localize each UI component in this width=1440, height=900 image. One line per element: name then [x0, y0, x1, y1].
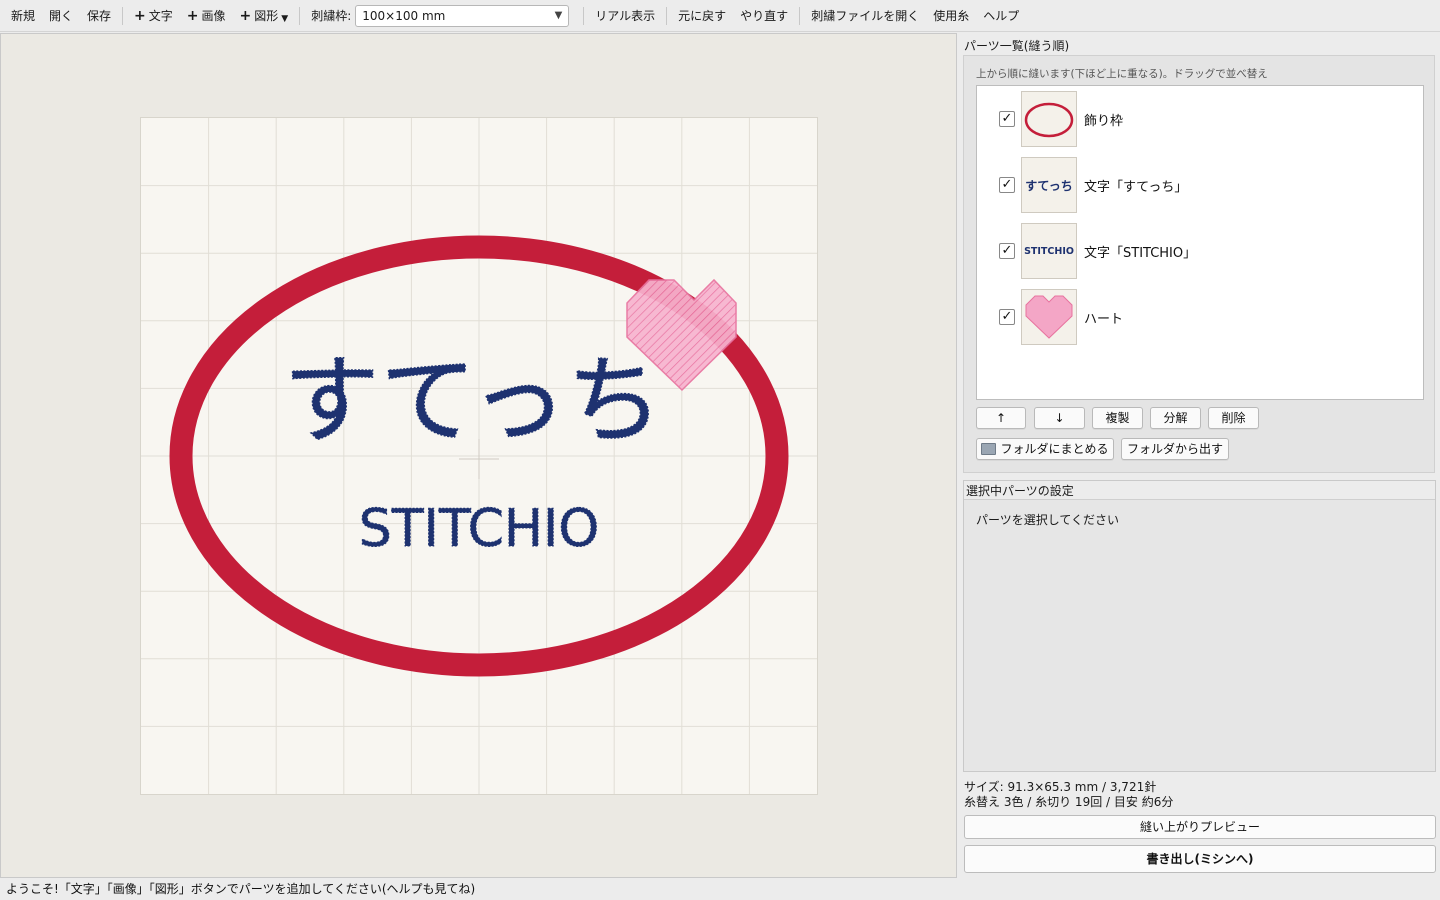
group-folder-label: フォルダにまとめる [1000, 442, 1109, 456]
text-thumbnail: STITCHIO [1021, 223, 1077, 279]
text-thumbnail: すてっち [1021, 157, 1077, 213]
split-button[interactable]: 分解 [1150, 407, 1201, 429]
thumb-text: すてっち [1025, 178, 1073, 193]
parts-list[interactable]: ✓ 飾り枠 ✓ すてっち 文字「すてっち」 ✓ STITCHIO 文字「STIT… [976, 85, 1424, 400]
status-bar: ようこそ!「文字」「画像」「図形」ボタンでパーツを追加してください(ヘルプも見て… [0, 879, 1440, 900]
list-item-heart[interactable]: ✓ ハート [977, 287, 1423, 347]
list-item-text-jp[interactable]: ✓ すてっち 文字「すてっち」 [977, 155, 1423, 215]
preview-button[interactable]: 縫い上がりプレビュー [964, 815, 1436, 839]
toolbar-separator [299, 6, 301, 25]
oval-frame-icon [1021, 91, 1077, 147]
list-item-text-en[interactable]: ✓ STITCHIO 文字「STITCHIO」 [977, 221, 1423, 281]
add-image-button[interactable]: + 画像 [180, 4, 233, 28]
part-label: 文字「すてっち」 [1084, 179, 1188, 195]
add-text-button[interactable]: + 文字 [127, 4, 180, 28]
move-up-button[interactable]: ↑ [976, 407, 1026, 429]
plus-icon: + [186, 7, 199, 24]
group-folder-button[interactable]: フォルダにまとめる [976, 438, 1114, 460]
plus-icon: + [239, 7, 252, 24]
toolbar-separator [666, 6, 668, 25]
design-drawing[interactable]: すてっち STITCHIO [141, 118, 817, 794]
export-button[interactable]: 書き出し(ミシンへ) [964, 845, 1436, 873]
add-text-label: 文字 [148, 8, 173, 23]
text-part-japanese[interactable]: すてっち [283, 344, 664, 458]
delete-button[interactable]: 削除 [1208, 407, 1259, 429]
hoop-size-select[interactable]: 100×100 mm ▼ [355, 4, 570, 27]
new-button[interactable]: 新規 [4, 4, 42, 28]
undo-button[interactable]: 元に戻す [671, 4, 733, 28]
visibility-checkbox[interactable]: ✓ [999, 177, 1015, 193]
settings-panel: 選択中パーツの設定 パーツを選択してください [963, 480, 1436, 772]
open-embroidery-button[interactable]: 刺繍ファイルを開く [804, 4, 926, 28]
add-shape-label: 図形 [254, 8, 279, 23]
threads-button[interactable]: 使用糸 [926, 4, 976, 28]
list-item-frame[interactable]: ✓ 飾り枠 [977, 89, 1423, 149]
settings-panel-title: 選択中パーツの設定 [966, 484, 1074, 498]
visibility-checkbox[interactable]: ✓ [999, 243, 1015, 259]
open-button[interactable]: 開く [42, 4, 80, 28]
visibility-checkbox[interactable]: ✓ [999, 111, 1015, 127]
text-part-stitchio[interactable]: STITCHIO [358, 499, 600, 560]
toolbar-separator [122, 6, 124, 25]
thumb-text: STITCHIO [1024, 245, 1074, 257]
add-image-label: 画像 [201, 8, 226, 23]
right-panel: パーツ一覧(縫う順) 上から順に縫います(下ほど上に重なる)。ドラッグで並べ替え… [958, 33, 1440, 878]
stats-info: 糸替え 3色 / 糸切り 19回 / 目安 約6分 [964, 795, 1174, 809]
part-label: 飾り枠 [1084, 113, 1124, 129]
toolbar: 新規 開く 保存 + 文字 + 画像 + 図形 ▼ 刺繍枠: 100×100 m… [0, 0, 1440, 32]
plus-icon: + [134, 7, 146, 24]
toolbar-separator [799, 6, 801, 25]
settings-placeholder: パーツを選択してください [976, 513, 1120, 527]
design-canvas[interactable]: すてっち STITCHIO [0, 33, 957, 878]
help-button[interactable]: ヘルプ [976, 4, 1026, 28]
hoop-size-value: 100×100 mm [362, 8, 446, 23]
ungroup-folder-button[interactable]: フォルダから出す [1121, 438, 1229, 460]
move-down-button[interactable]: ↓ [1034, 407, 1085, 429]
part-label: ハート [1084, 311, 1124, 327]
parts-hint: 上から順に縫います(下ほど上に重なる)。ドラッグで並べ替え [976, 68, 1268, 80]
chevron-down-icon: ▼ [281, 13, 289, 24]
heart-icon [1021, 289, 1077, 345]
save-button[interactable]: 保存 [80, 4, 118, 28]
add-shape-button[interactable]: + 図形 ▼ [233, 4, 296, 28]
parts-panel-title: パーツ一覧(縫う順) [964, 39, 1070, 53]
chevron-down-icon: ▼ [554, 10, 563, 21]
redo-button[interactable]: やり直す [733, 4, 795, 28]
real-view-button[interactable]: リアル表示 [588, 4, 662, 28]
hoop-label: 刺繍枠: [311, 8, 352, 23]
toolbar-separator [583, 6, 585, 25]
visibility-checkbox[interactable]: ✓ [999, 309, 1015, 325]
hoop-area[interactable]: すてっち STITCHIO [140, 117, 818, 795]
part-label: 文字「STITCHIO」 [1084, 245, 1197, 261]
folder-icon [981, 443, 997, 455]
duplicate-button[interactable]: 複製 [1092, 407, 1143, 429]
